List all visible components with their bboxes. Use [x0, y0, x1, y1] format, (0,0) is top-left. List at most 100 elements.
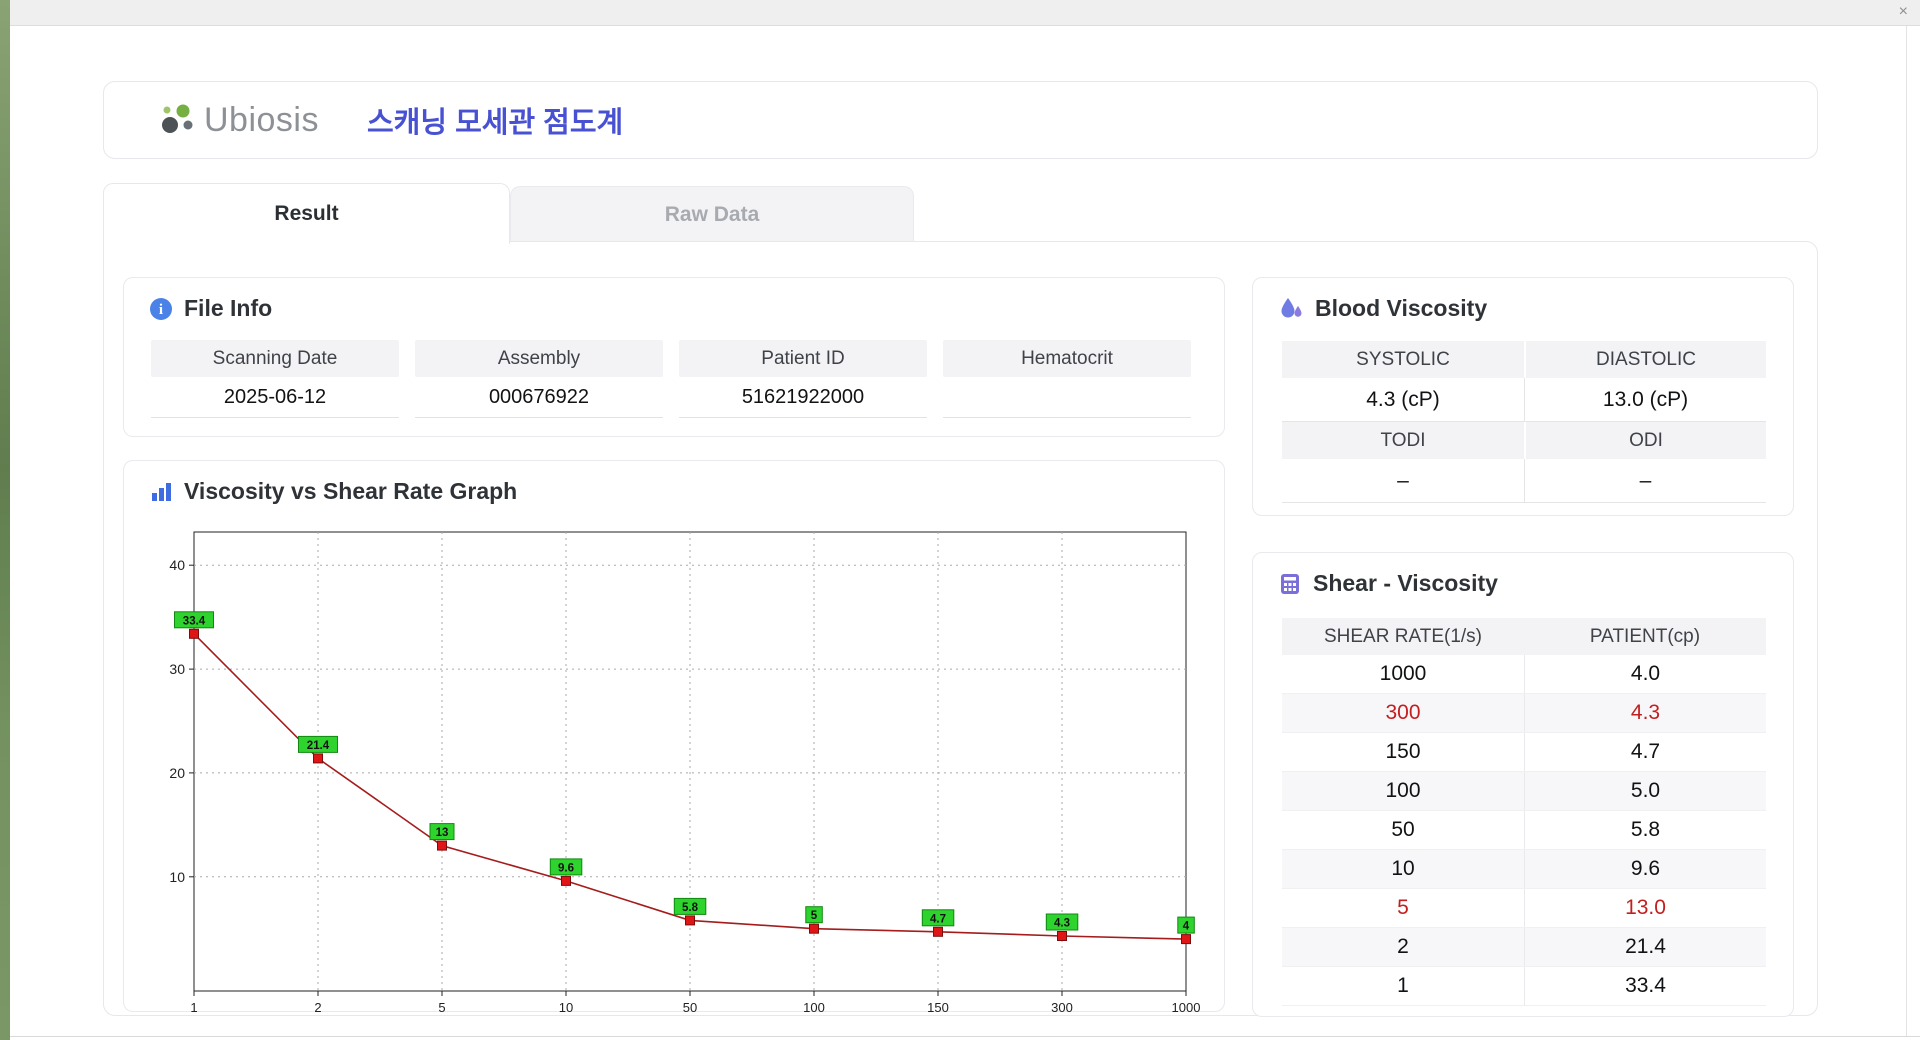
svg-text:13: 13 [436, 827, 449, 839]
file-info-fields: Scanning Date 2025-06-12 Assembly 000676922… [151, 340, 1191, 418]
logo-dots-icon [154, 98, 200, 142]
logo-text: Ubiosis [204, 100, 319, 139]
shear-rate-cell: 50 [1391, 818, 1415, 841]
blood-viscosity-card: Blood Viscosity SYSTOLIC DIASTOLIC 4.3 (cP… [1252, 277, 1794, 516]
blood-viscosity-cell: 13.0 (cP) [1524, 378, 1766, 422]
blood-viscosity-cell: – [1524, 459, 1766, 503]
shear-table-row: 1000 4.0 [1282, 655, 1766, 694]
info-icon: i [149, 297, 173, 321]
blood-viscosity-cell: SYSTOLIC [1282, 341, 1524, 378]
shear-rate-cell: 2 [1397, 935, 1409, 958]
file-info-field-label: Scanning Date [151, 340, 399, 377]
svg-text:30: 30 [169, 661, 185, 677]
svg-text:4.3: 4.3 [1054, 918, 1070, 930]
file-info-field-value: 2025-06-12 [151, 377, 399, 418]
svg-text:4.7: 4.7 [930, 913, 946, 925]
close-icon[interactable]: × [1899, 3, 1908, 21]
shear-rate-cell: 150 [1385, 740, 1421, 763]
file-info-field-label: Hematocrit [943, 340, 1191, 377]
blood-viscosity-row: – – [1282, 459, 1766, 503]
tab-raw-data[interactable]: Raw Data [510, 186, 914, 242]
result-panel: i File Info Scanning Date 2025-06-12 Assem… [103, 241, 1818, 1017]
window-right-border [1906, 26, 1907, 1036]
file-info-field-value: 000676922 [415, 377, 663, 418]
graph-title: Viscosity vs Shear Rate Graph [184, 478, 518, 504]
droplet-icon [1278, 296, 1304, 322]
svg-text:5: 5 [811, 910, 818, 922]
svg-text:300: 300 [1051, 1000, 1073, 1013]
patient-viscosity-cell: 9.6 [1524, 850, 1766, 888]
shear-table-row: 5 13.0 [1282, 889, 1766, 928]
blood-viscosity-row: 4.3 (cP) 13.0 (cP) [1282, 378, 1766, 422]
svg-text:150: 150 [927, 1000, 949, 1013]
blood-viscosity-row: SYSTOLIC DIASTOLIC [1282, 341, 1766, 378]
app-header: Ubiosis 스캐닝 모세관 점도계 [103, 81, 1818, 159]
tab-result[interactable]: Result [103, 183, 510, 244]
viscosity-graph-card: Viscosity vs Shear Rate Graph 10 20 30 40 1 2… [123, 460, 1225, 1015]
svg-text:9.6: 9.6 [558, 862, 574, 874]
svg-text:100: 100 [803, 1000, 825, 1013]
shear-table-row: 50 5.8 [1282, 811, 1766, 850]
shear-table-row: 1 33.4 [1282, 967, 1766, 1006]
svg-text:2: 2 [314, 1000, 321, 1013]
blood-viscosity-row: TODI ODI [1282, 422, 1766, 459]
svg-text:33.4: 33.4 [183, 615, 206, 627]
file-info-field-value: 51621922000 [679, 377, 927, 418]
shear-table-row: 100 5.0 [1282, 772, 1766, 811]
shear-rate-cell: 10 [1391, 857, 1415, 880]
shear-table-row: 2 21.4 [1282, 928, 1766, 967]
file-info-field: Hematocrit [943, 340, 1191, 418]
svg-text:1: 1 [190, 1000, 197, 1013]
page-title: 스캐닝 모세관 점도계 [366, 107, 624, 139]
blood-viscosity-cell: ODI [1524, 422, 1766, 459]
patient-viscosity-cell: 5.0 [1524, 772, 1766, 810]
bar-chart-icon [149, 480, 173, 504]
shear-table-row: 300 4.3 [1282, 694, 1766, 733]
svg-text:50: 50 [683, 1000, 697, 1013]
svg-text:10: 10 [559, 1000, 573, 1013]
window-bottom-border [10, 1036, 1920, 1037]
shear-viscosity-card: Shear - Viscosity SHEAR RATE(1/s) PATIENT… [1252, 552, 1794, 1017]
shear-table-row: 10 9.6 [1282, 850, 1766, 889]
shear-table-header-cell: PATIENT(cp) [1524, 618, 1766, 655]
blood-viscosity-cell: TODI [1282, 422, 1524, 459]
shear-table-header-cell: SHEAR RATE(1/s) [1282, 618, 1524, 655]
file-info-field-value [943, 377, 1191, 418]
blood-viscosity-title: Blood Viscosity [1315, 295, 1488, 321]
table-icon [1278, 572, 1302, 596]
svg-text:21.4: 21.4 [307, 740, 330, 752]
blood-viscosity-cell: DIASTOLIC [1524, 341, 1766, 378]
shear-rate-cell: 5 [1397, 896, 1409, 919]
shear-table-row: 150 4.7 [1282, 733, 1766, 772]
window-title-bar: × [10, 0, 1920, 26]
svg-text:40: 40 [169, 557, 185, 573]
file-info-card: i File Info Scanning Date 2025-06-12 Assem… [123, 277, 1225, 437]
file-info-field: Patient ID 51621922000 [679, 340, 927, 418]
svg-text:20: 20 [169, 765, 185, 781]
svg-text:4: 4 [1183, 921, 1190, 933]
shear-rate-cell: 1000 [1379, 662, 1427, 685]
patient-viscosity-cell: 4.7 [1524, 733, 1766, 771]
shear-viscosity-title: Shear - Viscosity [1313, 570, 1498, 596]
svg-text:5.8: 5.8 [682, 902, 699, 914]
file-info-field-label: Assembly [415, 340, 663, 377]
background-edge [0, 0, 10, 1040]
svg-text:i: i [159, 302, 163, 318]
patient-viscosity-cell: 13.0 [1524, 889, 1766, 927]
blood-viscosity-cell: 4.3 (cP) [1282, 378, 1524, 422]
blood-viscosity-cell: – [1282, 459, 1524, 503]
ubiosis-logo: Ubiosis [154, 98, 319, 142]
file-info-field: Scanning Date 2025-06-12 [151, 340, 399, 418]
patient-viscosity-cell: 21.4 [1524, 928, 1766, 966]
svg-text:10: 10 [169, 869, 185, 885]
svg-text:5: 5 [438, 1000, 445, 1013]
patient-viscosity-cell: 5.8 [1524, 811, 1766, 849]
patient-viscosity-cell: 33.4 [1524, 967, 1766, 1005]
blood-viscosity-grid: SYSTOLIC DIASTOLIC 4.3 (cP) 13.0 (cP) TODI OD… [1282, 341, 1766, 503]
patient-viscosity-cell: 4.0 [1524, 655, 1766, 693]
file-info-title: File Info [184, 295, 273, 321]
file-info-field: Assembly 000676922 [415, 340, 663, 418]
svg-text:1000: 1000 [1172, 1000, 1201, 1013]
viscosity-shear-chart: 10 20 30 40 1 2 5 10 50 100 150 300 1000 33.4 21.4 13 9.… [152, 521, 1202, 1015]
patient-viscosity-cell: 4.3 [1524, 694, 1766, 732]
